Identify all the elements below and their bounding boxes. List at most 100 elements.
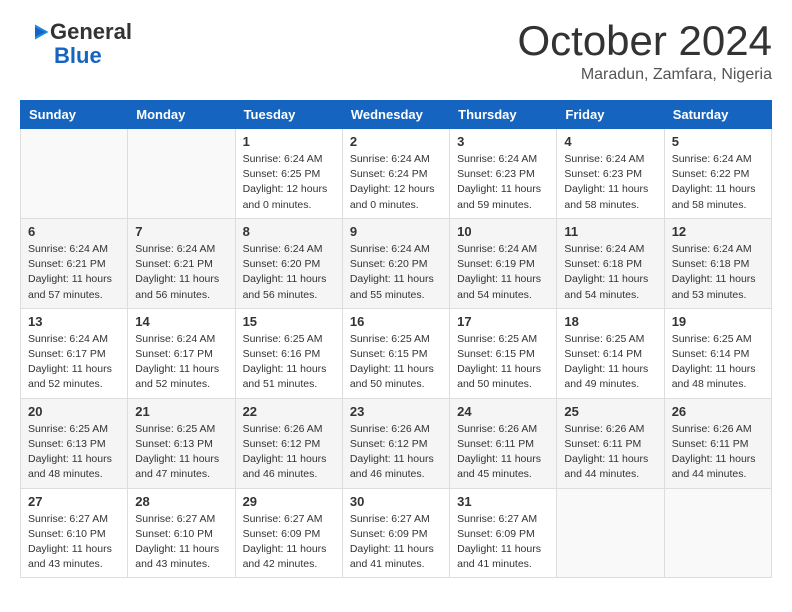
- calendar-cell: 7Sunrise: 6:24 AMSunset: 6:21 PMDaylight…: [128, 218, 235, 308]
- day-number: 2: [350, 134, 442, 149]
- day-number: 30: [350, 494, 442, 509]
- day-info: Sunrise: 6:26 AMSunset: 6:11 PMDaylight:…: [672, 422, 764, 483]
- logo-icon: [20, 23, 50, 41]
- calendar-table: SundayMondayTuesdayWednesdayThursdayFrid…: [20, 100, 772, 578]
- column-header-sunday: Sunday: [21, 101, 128, 129]
- day-number: 14: [135, 314, 227, 329]
- day-info: Sunrise: 6:24 AMSunset: 6:18 PMDaylight:…: [564, 242, 656, 303]
- day-number: 24: [457, 404, 549, 419]
- day-info: Sunrise: 6:25 AMSunset: 6:13 PMDaylight:…: [28, 422, 120, 483]
- column-header-wednesday: Wednesday: [342, 101, 449, 129]
- calendar-cell: 27 Sunrise: 6:27 AMSunset: 6:10 PMDayligh…: [21, 488, 128, 578]
- calendar-cell: 20Sunrise: 6:25 AMSunset: 6:13 PMDayligh…: [21, 398, 128, 488]
- column-header-thursday: Thursday: [450, 101, 557, 129]
- day-info: Sunrise: 6:24 AMSunset: 6:24 PMDaylight:…: [350, 152, 442, 213]
- day-number: 19: [672, 314, 764, 329]
- calendar-cell: 12 Sunrise: 6:24 AMSunset: 6:18 PMDayligh…: [664, 218, 771, 308]
- day-number: 31: [457, 494, 549, 509]
- day-info: Sunrise: 6:27 AMSunset: 6:09 PMDaylight:…: [350, 512, 442, 573]
- day-info: Sunrise: 6:24 AMSunset: 6:23 PMDaylight:…: [564, 152, 656, 213]
- calendar-week-row: 1Sunrise: 6:24 AMSunset: 6:25 PMDaylight…: [21, 129, 772, 219]
- day-number: 17: [457, 314, 549, 329]
- calendar-cell: 18Sunrise: 6:25 AMSunset: 6:14 PMDayligh…: [557, 308, 664, 398]
- day-number: 26: [672, 404, 764, 419]
- calendar-cell: [664, 488, 771, 578]
- day-number: 22: [243, 404, 335, 419]
- calendar-cell: 4 Sunrise: 6:24 AMSunset: 6:23 PMDaylight…: [557, 129, 664, 219]
- day-info: Sunrise: 6:26 AMSunset: 6:12 PMDaylight:…: [243, 422, 335, 483]
- calendar-cell: 24 Sunrise: 6:26 AMSunset: 6:11 PMDayligh…: [450, 398, 557, 488]
- month-title: October 2024: [517, 20, 772, 62]
- day-info: Sunrise: 6:27 AMSunset: 6:10 PMDaylight:…: [135, 512, 227, 573]
- day-number: 1: [243, 134, 335, 149]
- day-info: Sunrise: 6:24 AMSunset: 6:20 PMDaylight:…: [350, 242, 442, 303]
- location-subtitle: Maradun, Zamfara, Nigeria: [517, 66, 772, 84]
- calendar-cell: 14 Sunrise: 6:24 AMSunset: 6:17 PMDayligh…: [128, 308, 235, 398]
- calendar-cell: 21Sunrise: 6:25 AMSunset: 6:13 PMDayligh…: [128, 398, 235, 488]
- day-info: Sunrise: 6:27 AMSunset: 6:09 PMDaylight:…: [457, 512, 549, 573]
- calendar-header-row: SundayMondayTuesdayWednesdayThursdayFrid…: [21, 101, 772, 129]
- day-number: 29: [243, 494, 335, 509]
- day-info: Sunrise: 6:25 AMSunset: 6:14 PMDaylight:…: [564, 332, 656, 393]
- logo-text-line2: Blue: [54, 44, 102, 68]
- day-info: Sunrise: 6:24 AMSunset: 6:19 PMDaylight:…: [457, 242, 549, 303]
- column-header-saturday: Saturday: [664, 101, 771, 129]
- day-info: Sunrise: 6:24 AMSunset: 6:23 PMDaylight:…: [457, 152, 549, 213]
- calendar-cell: 19 Sunrise: 6:25 AMSunset: 6:14 PMDayligh…: [664, 308, 771, 398]
- column-header-monday: Monday: [128, 101, 235, 129]
- column-header-tuesday: Tuesday: [235, 101, 342, 129]
- calendar-week-row: 27 Sunrise: 6:27 AMSunset: 6:10 PMDayligh…: [21, 488, 772, 578]
- calendar-cell: 28Sunrise: 6:27 AMSunset: 6:10 PMDayligh…: [128, 488, 235, 578]
- day-info: Sunrise: 6:24 AMSunset: 6:18 PMDaylight:…: [672, 242, 764, 303]
- calendar-cell: 16Sunrise: 6:25 AMSunset: 6:15 PMDayligh…: [342, 308, 449, 398]
- day-info: Sunrise: 6:24 AMSunset: 6:22 PMDaylight:…: [672, 152, 764, 213]
- calendar-cell: 6 Sunrise: 6:24 AMSunset: 6:21 PMDaylight…: [21, 218, 128, 308]
- calendar-cell: 30 Sunrise: 6:27 AMSunset: 6:09 PMDayligh…: [342, 488, 449, 578]
- calendar-cell: 31 Sunrise: 6:27 AMSunset: 6:09 PMDayligh…: [450, 488, 557, 578]
- day-number: 13: [28, 314, 120, 329]
- day-number: 6: [28, 224, 120, 239]
- day-info: Sunrise: 6:26 AMSunset: 6:11 PMDaylight:…: [564, 422, 656, 483]
- day-info: Sunrise: 6:24 AMSunset: 6:17 PMDaylight:…: [28, 332, 120, 393]
- calendar-cell: 23Sunrise: 6:26 AMSunset: 6:12 PMDayligh…: [342, 398, 449, 488]
- day-info: Sunrise: 6:27 AMSunset: 6:10 PMDaylight:…: [28, 512, 120, 573]
- calendar-cell: 5 Sunrise: 6:24 AMSunset: 6:22 PMDaylight…: [664, 129, 771, 219]
- calendar-cell: 13 Sunrise: 6:24 AMSunset: 6:17 PMDayligh…: [21, 308, 128, 398]
- day-number: 27: [28, 494, 120, 509]
- calendar-week-row: 20Sunrise: 6:25 AMSunset: 6:13 PMDayligh…: [21, 398, 772, 488]
- calendar-cell: 15Sunrise: 6:25 AMSunset: 6:16 PMDayligh…: [235, 308, 342, 398]
- day-number: 23: [350, 404, 442, 419]
- calendar-cell: [557, 488, 664, 578]
- calendar-cell: 22 Sunrise: 6:26 AMSunset: 6:12 PMDayligh…: [235, 398, 342, 488]
- day-info: Sunrise: 6:24 AMSunset: 6:17 PMDaylight:…: [135, 332, 227, 393]
- day-info: Sunrise: 6:25 AMSunset: 6:14 PMDaylight:…: [672, 332, 764, 393]
- calendar-cell: 3 Sunrise: 6:24 AMSunset: 6:23 PMDaylight…: [450, 129, 557, 219]
- calendar-cell: [128, 129, 235, 219]
- calendar-cell: 2 Sunrise: 6:24 AMSunset: 6:24 PMDaylight…: [342, 129, 449, 219]
- day-number: 9: [350, 224, 442, 239]
- calendar-cell: 17 Sunrise: 6:25 AMSunset: 6:15 PMDayligh…: [450, 308, 557, 398]
- logo: General Blue: [20, 20, 132, 68]
- day-number: 12: [672, 224, 764, 239]
- page-header: General Blue October 2024 Maradun, Zamfa…: [20, 20, 772, 84]
- calendar-week-row: 6 Sunrise: 6:24 AMSunset: 6:21 PMDaylight…: [21, 218, 772, 308]
- day-number: 15: [243, 314, 335, 329]
- day-info: Sunrise: 6:24 AMSunset: 6:21 PMDaylight:…: [28, 242, 120, 303]
- day-info: Sunrise: 6:27 AMSunset: 6:09 PMDaylight:…: [243, 512, 335, 573]
- day-number: 3: [457, 134, 549, 149]
- day-info: Sunrise: 6:24 AMSunset: 6:20 PMDaylight:…: [243, 242, 335, 303]
- calendar-week-row: 13 Sunrise: 6:24 AMSunset: 6:17 PMDayligh…: [21, 308, 772, 398]
- day-number: 25: [564, 404, 656, 419]
- calendar-cell: [21, 129, 128, 219]
- day-info: Sunrise: 6:25 AMSunset: 6:15 PMDaylight:…: [457, 332, 549, 393]
- calendar-cell: 1Sunrise: 6:24 AMSunset: 6:25 PMDaylight…: [235, 129, 342, 219]
- day-number: 11: [564, 224, 656, 239]
- day-number: 8: [243, 224, 335, 239]
- column-header-friday: Friday: [557, 101, 664, 129]
- day-number: 4: [564, 134, 656, 149]
- day-info: Sunrise: 6:26 AMSunset: 6:11 PMDaylight:…: [457, 422, 549, 483]
- calendar-cell: 10Sunrise: 6:24 AMSunset: 6:19 PMDayligh…: [450, 218, 557, 308]
- day-info: Sunrise: 6:25 AMSunset: 6:13 PMDaylight:…: [135, 422, 227, 483]
- logo-text-line1: General: [50, 20, 132, 44]
- day-number: 5: [672, 134, 764, 149]
